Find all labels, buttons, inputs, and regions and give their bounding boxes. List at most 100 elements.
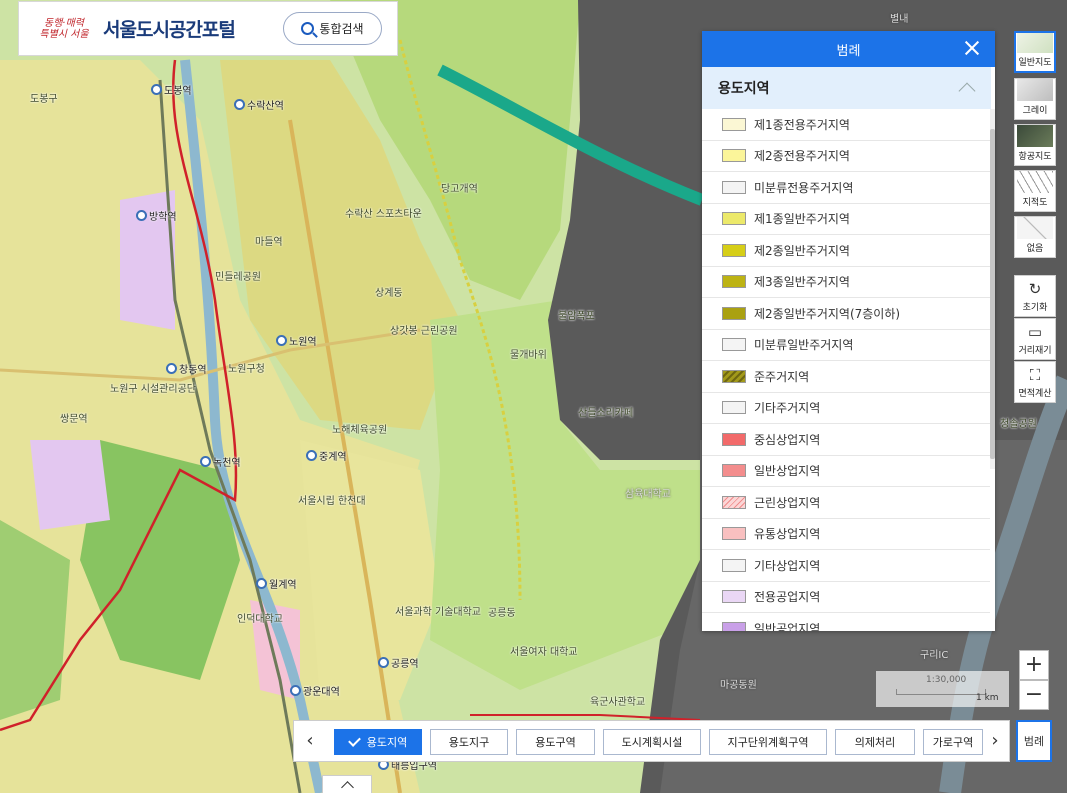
legend-item-label: 미분류일반주거지역 xyxy=(754,338,854,353)
basemap-cadastral-button[interactable]: 지적도 xyxy=(1014,170,1056,212)
legend-item: 제1종일반주거지역 xyxy=(702,204,990,235)
tab-label: 용도지역 xyxy=(366,736,408,749)
legend-item: 근린상업지역 xyxy=(702,487,990,519)
chevron-up-icon[interactable] xyxy=(958,82,976,100)
place-label: 도봉구 xyxy=(30,94,58,105)
portal-title[interactable]: 서울도시공간포털 xyxy=(103,15,236,42)
place-label: 산들소리카페 xyxy=(578,408,634,419)
legend-item-label: 제1종전용주거지역 xyxy=(754,117,850,132)
legend-swatch xyxy=(722,180,746,194)
ruler-icon: ▭ xyxy=(1027,323,1043,341)
tool-label: 면적계산 xyxy=(1018,389,1052,399)
tab-zoning-district[interactable]: 용도지구 xyxy=(430,729,508,755)
legend-swatch xyxy=(722,275,746,289)
tab-district-unit-plan[interactable]: 지구단위계획구역 xyxy=(709,729,827,755)
legend-item: 일반공업지역 xyxy=(702,613,990,631)
legend-swatch xyxy=(722,590,746,604)
legend-item-label: 제2종일반주거지역 xyxy=(754,243,850,258)
legend-swatch xyxy=(722,306,746,320)
basemap-label: 지적도 xyxy=(1022,198,1048,208)
legend-item: 제2종일반주거지역 xyxy=(702,235,990,267)
legend-panel: 범례 용도지역 제1종전용주거지역제2종전용주거지역미분류전용주거지역제1종일반… xyxy=(702,31,995,631)
measure-area-button[interactable]: ⛶ 면적계산 xyxy=(1014,361,1056,403)
legend-item-label: 전용공업지역 xyxy=(754,590,821,605)
legend-toggle-button[interactable]: 범례 xyxy=(1016,720,1052,762)
tool-label: 초기화 xyxy=(1022,303,1048,313)
basemap-none-button[interactable]: 없음 xyxy=(1014,216,1056,258)
tab-label: 지구단위계획구역 xyxy=(727,736,809,749)
station-label[interactable]: 노원역 xyxy=(276,333,317,348)
legend-swatch xyxy=(722,243,746,257)
place-label: 서울과학 기술대학교 xyxy=(395,607,481,618)
station-label[interactable]: 월계역 xyxy=(256,576,297,591)
zoom-in-button[interactable]: + xyxy=(1019,650,1049,680)
tab-zoning-zone[interactable]: 용도구역 xyxy=(516,729,595,755)
place-label: 상계동 xyxy=(375,288,403,299)
basemap-general-button[interactable]: 일반지도 xyxy=(1014,31,1056,73)
legend-scrollbar-thumb[interactable] xyxy=(990,129,995,459)
close-icon[interactable] xyxy=(963,39,981,57)
measure-distance-button[interactable]: ▭ 거리재기 xyxy=(1014,318,1056,360)
tab-label: 도시계획시설 xyxy=(621,736,683,749)
legend-scrollbar[interactable] xyxy=(990,109,995,469)
legend-item-label: 중심상업지역 xyxy=(754,432,821,447)
chevron-left-icon[interactable]: ‹ xyxy=(299,728,321,756)
cadastral-map-icon xyxy=(1017,171,1053,193)
legend-swatch xyxy=(722,117,746,131)
scale-ratio: 1:30,000 xyxy=(926,675,967,685)
place-label: 마들역 xyxy=(255,237,283,248)
basemap-gray-button[interactable]: 그레이 xyxy=(1014,78,1056,120)
tab-zoning-area[interactable]: 용도지역 xyxy=(334,729,422,755)
scale-distance: 1 km xyxy=(976,693,999,703)
basemap-label: 일반지도 xyxy=(1018,58,1052,68)
legend-section-header[interactable]: 용도지역 xyxy=(702,67,991,109)
basemap-label: 항공지도 xyxy=(1018,152,1052,162)
station-label[interactable]: 광운대역 xyxy=(290,683,340,698)
station-label[interactable]: 도봉역 xyxy=(151,82,192,97)
scale-bar xyxy=(896,689,986,695)
place-label: 마공동원 xyxy=(720,680,757,691)
station-label[interactable]: 중계역 xyxy=(306,448,347,463)
legend-item: 일반상업지역 xyxy=(702,456,990,487)
legend-item: 준주거지역 xyxy=(702,361,990,393)
legend-item-label: 제2종일반주거지역(7층이하) xyxy=(754,306,901,321)
basemap-label: 그레이 xyxy=(1022,106,1048,116)
chevron-up-icon[interactable] xyxy=(322,775,372,793)
legend-item: 유통상업지역 xyxy=(702,519,990,550)
legend-item-label: 미분류전용주거지역 xyxy=(754,180,854,195)
legend-item-label: 제2종전용주거지역 xyxy=(754,149,850,164)
station-label[interactable]: 수락산역 xyxy=(234,97,284,112)
layer-tab-bar: ‹ 용도지역 용도지구 용도구역 도시계획시설 지구단위계획구역 의제처리 가로… xyxy=(293,720,1010,762)
station-label[interactable]: 방학역 xyxy=(136,208,177,223)
legend-item-label: 일반상업지역 xyxy=(754,464,821,479)
legend-item: 제2종전용주거지역 xyxy=(702,141,990,172)
tab-street-block[interactable]: 가로구역 xyxy=(923,729,983,755)
station-label[interactable]: 공릉역 xyxy=(378,655,419,670)
logo-text-line2: 특별시 서울 xyxy=(39,28,89,40)
zoom-out-button[interactable]: − xyxy=(1019,680,1049,710)
legend-swatch xyxy=(722,212,746,226)
aerial-map-icon xyxy=(1017,125,1053,147)
place-label: 수락산 스포츠타운 xyxy=(345,209,422,220)
integrated-search-button[interactable]: 통합검색 xyxy=(283,12,382,45)
legend-section-title: 용도지역 xyxy=(718,81,770,97)
none-map-icon xyxy=(1017,217,1053,239)
search-icon xyxy=(301,22,315,35)
place-label: 민들레공원 xyxy=(215,272,261,283)
legend-header: 범례 xyxy=(702,31,995,67)
legend-swatch xyxy=(722,369,746,383)
tab-deemed-processing[interactable]: 의제처리 xyxy=(835,729,915,755)
tab-urban-facilities[interactable]: 도시계획시설 xyxy=(603,729,701,755)
chevron-right-icon[interactable]: › xyxy=(984,728,1006,756)
legend-swatch xyxy=(722,401,746,415)
place-label: 노원구 시설관리공단 xyxy=(110,384,196,395)
seoul-logo[interactable]: 동행·매력 특별시 서울 xyxy=(33,18,95,40)
station-label[interactable]: 창동역 xyxy=(166,361,207,376)
legend-item: 제1종전용주거지역 xyxy=(702,109,990,141)
reset-button[interactable]: ↻ 초기화 xyxy=(1014,275,1056,317)
place-label: 서울여자 대학교 xyxy=(510,647,578,658)
legend-item-label: 근린상업지역 xyxy=(754,495,821,510)
basemap-aerial-button[interactable]: 항공지도 xyxy=(1014,124,1056,166)
legend-title: 범례 xyxy=(836,43,861,59)
station-label[interactable]: 녹천역 xyxy=(200,454,241,469)
